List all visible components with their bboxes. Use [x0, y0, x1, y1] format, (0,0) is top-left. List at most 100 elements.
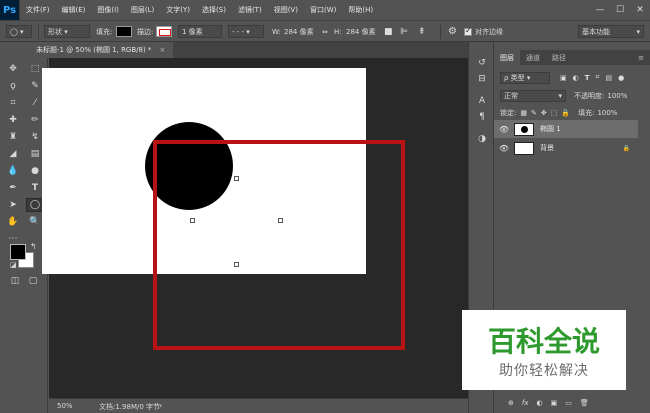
history-panel-icon[interactable]: ↺	[475, 56, 489, 70]
clone-stamp-tool-icon[interactable]: ♜	[4, 130, 22, 144]
workspace-select[interactable]: 基本功能 ▾	[578, 25, 644, 38]
filter-pixel-icon[interactable]: ▣	[560, 74, 567, 82]
swap-colors-icon[interactable]: ↰	[30, 242, 37, 251]
lock-position-icon[interactable]: ✥	[541, 109, 547, 117]
lock-fill-row: 锁定: ▦ ✎ ✥ ⬚ 🔒 填充: 100%	[494, 104, 650, 121]
character-panel-icon[interactable]: A	[475, 94, 489, 108]
menu-filter[interactable]: 滤镜(T)	[232, 5, 268, 15]
menu-view[interactable]: 视图(V)	[268, 5, 304, 15]
height-input[interactable]: 284 像素	[346, 25, 376, 38]
stroke-width-input[interactable]: 1 像素	[178, 25, 222, 38]
filter-shape-icon[interactable]: ⌗	[596, 73, 600, 82]
align-edges-checkbox[interactable]: 对齐边缘	[464, 25, 503, 38]
document-info: 文档:1.98M/0 字节	[99, 403, 161, 411]
filter-smart-object-icon[interactable]: ▤	[605, 74, 612, 82]
visibility-eye-icon[interactable]: 👁	[494, 144, 514, 153]
height-label: H:	[334, 27, 342, 36]
gear-icon[interactable]: ⚙	[448, 25, 457, 38]
panel-tabs: 图层 通道 路径 ≡	[494, 50, 650, 65]
hand-tool-icon[interactable]: ✋	[4, 215, 22, 229]
eraser-tool-icon[interactable]: ◢	[4, 147, 22, 161]
link-layers-icon[interactable]: ⊕	[508, 399, 514, 407]
paragraph-panel-icon[interactable]: ¶	[475, 110, 489, 124]
properties-panel-icon[interactable]: ⊟	[475, 72, 489, 86]
document-tab-bar: 未标题-1 @ 50% (椭圆 1, RGB/8) * ×	[28, 42, 468, 58]
menu-bar: Ps 文件(F) 编辑(E) 图像(I) 图层(L) 文字(Y) 选择(S) 滤…	[0, 0, 650, 20]
lasso-tool-icon[interactable]: ϙ	[4, 79, 22, 93]
stroke-swatch[interactable]	[156, 25, 172, 38]
layer-row[interactable]: 👁 背景 🔒	[494, 139, 638, 157]
filter-toggle-icon[interactable]: ●	[618, 74, 624, 82]
stroke-type-select[interactable]: - - - ▾	[228, 25, 264, 38]
width-label: W:	[272, 27, 281, 36]
pen-tool-icon[interactable]: ✒	[4, 181, 22, 195]
lock-all-icon[interactable]: 🔒	[561, 109, 570, 117]
move-tool-icon[interactable]: ✥	[4, 62, 22, 76]
status-menu-arrow-icon[interactable]: ›	[159, 401, 162, 410]
layer-row[interactable]: 👁 椭圆 1	[494, 120, 638, 138]
path-selection-tool-icon[interactable]: ➤	[4, 198, 22, 212]
delete-layer-icon[interactable]: 🗑	[580, 399, 589, 407]
menu-layer[interactable]: 图层(L)	[125, 5, 160, 15]
blend-mode-value: 正常	[504, 91, 518, 100]
tab-paths[interactable]: 路径	[546, 50, 572, 65]
stroke-color-swatch	[156, 26, 172, 37]
close-button[interactable]: ✕	[630, 0, 650, 20]
new-layer-icon[interactable]: ▭	[565, 399, 572, 407]
fill-input[interactable]: 100%	[597, 109, 617, 117]
layer-thumbnail	[514, 141, 534, 155]
path-alignment-icon[interactable]: ⊫	[400, 25, 408, 38]
tab-layers[interactable]: 图层	[494, 50, 520, 65]
screen-mode-icon[interactable]: ▢	[24, 274, 42, 288]
lock-image-icon[interactable]: ✎	[531, 109, 537, 117]
quick-mask-icon[interactable]: ◫	[6, 274, 24, 288]
opacity-input[interactable]: 100%	[607, 92, 627, 100]
visibility-eye-icon[interactable]: 👁	[494, 125, 514, 134]
fill-label: 填充:	[578, 108, 595, 117]
layer-filter-select[interactable]: ρ 类型 ▾	[500, 71, 550, 84]
workspace-value: 基本功能	[582, 27, 610, 36]
zoom-level[interactable]: 50%	[57, 402, 73, 410]
filter-adjustment-icon[interactable]: ◐	[573, 74, 579, 82]
chevron-down-icon: ▾	[558, 91, 562, 100]
fill-swatch[interactable]	[116, 25, 132, 38]
document-tab[interactable]: 未标题-1 @ 50% (椭圆 1, RGB/8) * ×	[28, 42, 174, 58]
shape-mode-select[interactable]: 形状 ▾	[44, 25, 90, 38]
adjustments-panel-icon[interactable]: ◑	[475, 132, 489, 146]
crop-tool-icon[interactable]: ⌗	[4, 96, 22, 110]
menu-help[interactable]: 帮助(H)	[342, 5, 379, 15]
maximize-button[interactable]: ☐	[610, 0, 630, 20]
blur-tool-icon[interactable]: 💧	[4, 164, 22, 178]
menu-file[interactable]: 文件(F)	[20, 5, 56, 15]
close-tab-icon[interactable]: ×	[159, 46, 165, 54]
fill-label: 填充:	[96, 27, 113, 36]
menu-select[interactable]: 选择(S)	[196, 5, 232, 15]
tab-channels[interactable]: 通道	[520, 50, 546, 65]
stroke-label: 描边:	[137, 27, 154, 36]
watermark-title: 百科全说	[487, 325, 600, 358]
menu-window[interactable]: 窗口(W)	[304, 5, 342, 15]
default-colors-icon[interactable]: ◪	[10, 261, 17, 269]
link-dimensions-icon[interactable]: ⇔	[322, 25, 328, 38]
lock-transparent-icon[interactable]: ▦	[520, 109, 527, 117]
path-arrangement-icon[interactable]: ⇞	[418, 25, 426, 38]
menu-image[interactable]: 图像(I)	[91, 5, 125, 15]
highlight-box	[153, 140, 405, 350]
add-mask-icon[interactable]: ◐	[536, 399, 542, 407]
menu-type[interactable]: 文字(Y)	[160, 5, 196, 15]
width-input[interactable]: 284 像素	[284, 25, 314, 38]
filter-type-icon[interactable]: T	[585, 74, 590, 82]
tool-preset-picker[interactable]: ◯ ▾	[6, 25, 32, 38]
lock-artboard-icon[interactable]: ⬚	[551, 109, 558, 117]
healing-brush-tool-icon[interactable]: ✚	[4, 113, 22, 127]
new-group-icon[interactable]: ▣	[551, 399, 558, 407]
fx-icon[interactable]: fx	[522, 399, 529, 407]
minimize-button[interactable]: —	[590, 0, 610, 20]
foreground-color-swatch[interactable]	[10, 244, 26, 260]
blend-mode-select[interactable]: 正常 ▾	[500, 89, 566, 102]
blend-opacity-row: 正常 ▾ 不透明度: 100%	[494, 87, 650, 104]
divider	[440, 25, 441, 39]
path-operations-icon[interactable]: ■	[384, 25, 393, 38]
panel-menu-icon[interactable]: ≡	[632, 50, 650, 65]
menu-edit[interactable]: 编辑(E)	[56, 5, 92, 15]
